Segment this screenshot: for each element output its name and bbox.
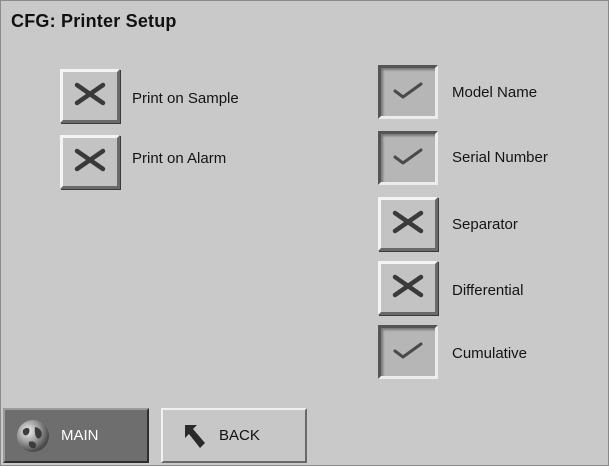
back-button-label: BACK xyxy=(219,427,260,444)
cumulative-toggle[interactable] xyxy=(378,325,438,379)
main-button[interactable]: MAIN xyxy=(3,408,149,463)
cumulative-label: Cumulative xyxy=(452,345,528,362)
model-name-toggle[interactable] xyxy=(378,65,438,119)
model-name-label: Model Name xyxy=(452,84,538,101)
checkmark-icon xyxy=(391,338,425,367)
differential-label: Differential xyxy=(452,282,524,299)
checkmark-icon xyxy=(391,78,425,107)
x-mark-icon xyxy=(391,273,425,304)
back-button[interactable]: BACK xyxy=(161,408,307,463)
page-title: CFG: Printer Setup xyxy=(11,11,177,31)
x-mark-icon xyxy=(73,81,107,112)
printer-setup-screen: CFG: Printer Setup Print on Sample Print… xyxy=(0,0,609,466)
globe-icon xyxy=(15,418,51,454)
print-on-alarm-label: Print on Alarm xyxy=(132,150,227,167)
differential-toggle[interactable] xyxy=(378,261,438,315)
main-button-label: MAIN xyxy=(61,427,99,444)
print-on-alarm-toggle[interactable] xyxy=(60,135,120,189)
back-arrow-icon xyxy=(181,421,209,451)
x-mark-icon xyxy=(391,209,425,240)
serial-number-toggle[interactable] xyxy=(378,131,438,185)
checkmark-icon xyxy=(391,144,425,173)
x-mark-icon xyxy=(73,147,107,178)
print-on-sample-toggle[interactable] xyxy=(60,69,120,123)
separator-label: Separator xyxy=(452,216,518,233)
print-on-sample-label: Print on Sample xyxy=(132,90,239,107)
serial-number-label: Serial Number xyxy=(452,149,548,166)
separator-toggle[interactable] xyxy=(378,197,438,251)
